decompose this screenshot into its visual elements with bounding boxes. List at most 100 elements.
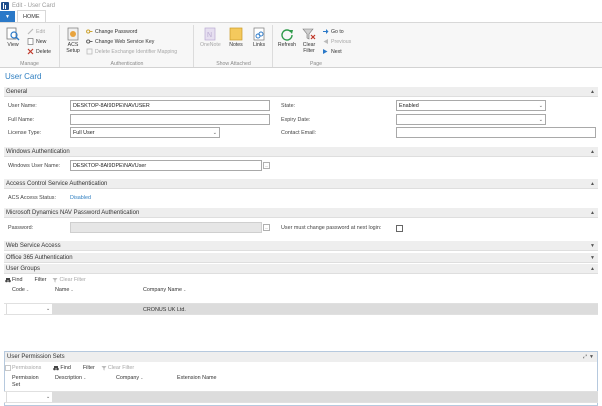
expand-part-icon[interactable]: ⤢ bbox=[583, 354, 587, 360]
delete-button[interactable]: Delete bbox=[27, 47, 51, 56]
onenote-label: OneNote bbox=[200, 42, 221, 48]
go-to-button[interactable]: Go to bbox=[322, 27, 344, 36]
clear-filter-icon bbox=[52, 277, 58, 283]
change-password-button[interactable]: Change Password bbox=[86, 27, 137, 36]
view-label: View bbox=[7, 42, 19, 48]
col-header-company-name[interactable]: Company Name⌄ bbox=[143, 287, 186, 293]
expand-chevron-icon[interactable]: ▼ bbox=[590, 243, 595, 249]
col-header-company-name-label: Company Name bbox=[143, 287, 182, 293]
group-show-attached-label: Show Attached bbox=[216, 61, 251, 67]
next-button[interactable]: Next bbox=[322, 47, 342, 56]
previous-button[interactable]: Previous bbox=[322, 37, 351, 46]
col-header-description-label: Description bbox=[55, 375, 82, 381]
state-label: State: bbox=[281, 103, 296, 109]
onenote-button[interactable]: N OneNote bbox=[200, 27, 221, 48]
col-header-description[interactable]: Description⌄ bbox=[55, 375, 86, 381]
collapse-chevron-icon[interactable]: ▲ bbox=[590, 149, 595, 155]
refresh-button[interactable]: Refresh bbox=[276, 27, 298, 48]
collapse-chevron-icon[interactable]: ▲ bbox=[590, 210, 595, 216]
col-header-permission-set[interactable]: Permission Set bbox=[12, 375, 39, 389]
binoculars-icon bbox=[53, 365, 60, 371]
delete-exchange-identifier-button[interactable]: Delete Exchange Identifier Mapping bbox=[86, 47, 177, 56]
windows-user-name-label: Windows User Name: bbox=[8, 163, 61, 169]
col-header-code[interactable]: Code⌄ bbox=[12, 287, 29, 293]
section-acs-auth-title: Access Control Service Authentication bbox=[6, 180, 108, 187]
state-value: Enabled bbox=[399, 102, 419, 109]
contact-email-field[interactable] bbox=[396, 127, 596, 138]
expiry-date-field[interactable]: ⌄ bbox=[396, 114, 546, 125]
refresh-label: Refresh bbox=[277, 42, 297, 48]
acs-access-status-link[interactable]: Disabled bbox=[70, 195, 91, 201]
col-header-company[interactable]: Company⌄ bbox=[116, 375, 143, 381]
row-selected-highlight bbox=[52, 392, 598, 402]
windows-user-assist-button[interactable]: ... bbox=[263, 162, 270, 169]
user-name-label: User Name: bbox=[8, 103, 37, 109]
chevron-down-icon[interactable]: ⌄ bbox=[46, 306, 50, 312]
section-nav-password-header[interactable]: Microsoft Dynamics NAV Password Authenti… bbox=[4, 208, 598, 218]
collapse-chevron-icon[interactable]: ▲ bbox=[590, 89, 595, 95]
tab-home[interactable]: HOME bbox=[17, 10, 46, 22]
row-selector[interactable] bbox=[4, 304, 7, 314]
new-button[interactable]: New bbox=[27, 37, 46, 46]
col-header-extension-name[interactable]: Extension Name bbox=[177, 375, 217, 381]
state-select[interactable]: Enabled ⌄ bbox=[396, 100, 546, 111]
section-user-groups-header[interactable]: User Groups ▲ bbox=[4, 264, 598, 274]
user-groups-filter-button[interactable]: Filter bbox=[35, 277, 47, 283]
expand-chevron-icon[interactable]: ▼ bbox=[590, 255, 595, 261]
user-name-field[interactable]: DESKTOP-8AI9DPE\NAVUSER bbox=[70, 100, 270, 111]
section-windows-auth-header[interactable]: Windows Authentication ▲ bbox=[4, 147, 598, 157]
change-password-label: Change Password bbox=[95, 28, 138, 35]
group-authentication: ACS Setup Change Password Change Web Ser… bbox=[61, 25, 194, 67]
delete-mapping-icon bbox=[86, 48, 93, 55]
clear-filter-icon bbox=[101, 365, 107, 371]
windows-user-name-field[interactable]: DESKTOP-8AI9DPE\NAVUser bbox=[70, 160, 262, 171]
must-change-password-checkbox[interactable] bbox=[396, 225, 403, 232]
col-header-code-label: Code bbox=[12, 287, 25, 293]
collapse-chevron-icon[interactable]: ▲ bbox=[590, 266, 595, 272]
links-button[interactable]: Links bbox=[249, 27, 269, 48]
permissions-button[interactable]: Permissions bbox=[5, 365, 47, 371]
edit-button[interactable]: Edit bbox=[27, 27, 45, 36]
collapse-chevron-icon[interactable]: ▼ bbox=[589, 354, 594, 360]
change-web-service-key-button[interactable]: Change Web Service Key bbox=[86, 37, 154, 46]
file-menu-button[interactable]: ▼ bbox=[0, 11, 15, 22]
notes-button[interactable]: Notes bbox=[226, 27, 246, 48]
chevron-down-icon[interactable]: ⌄ bbox=[46, 394, 50, 400]
permission-sets-find-button[interactable]: Find bbox=[53, 365, 77, 371]
user-groups-clear-filter-button[interactable]: Clear Filter bbox=[52, 277, 91, 283]
row-selected-highlight bbox=[52, 304, 598, 314]
new-document-icon bbox=[27, 38, 34, 45]
acs-setup-button[interactable]: ACS Setup bbox=[63, 27, 83, 54]
section-permission-sets-header[interactable]: User Permission Sets ⤢ ▼ bbox=[5, 352, 597, 362]
permission-sets-clear-filter-button[interactable]: Clear Filter bbox=[101, 365, 140, 371]
links-label: Links bbox=[252, 42, 266, 48]
change-web-service-key-label: Change Web Service Key bbox=[95, 38, 155, 45]
col-header-name[interactable]: Name⌄ bbox=[55, 287, 74, 293]
clear-filter-button[interactable]: Clear Filter bbox=[299, 27, 319, 54]
section-windows-auth-title: Windows Authentication bbox=[6, 148, 70, 155]
row-selector[interactable] bbox=[4, 392, 7, 402]
section-web-service-title: Web Service Access bbox=[6, 242, 61, 249]
ribbon-tab-row: ▼ HOME bbox=[0, 10, 602, 23]
license-type-select[interactable]: Full User ⌄ bbox=[70, 127, 220, 138]
table-row[interactable]: ⌄ CRONUS UK Ltd. bbox=[4, 303, 598, 315]
section-acs-auth-header[interactable]: Access Control Service Authentication ▲ bbox=[4, 179, 598, 189]
password-assist-button[interactable]: ... bbox=[263, 224, 270, 231]
section-nav-password-title: Microsoft Dynamics NAV Password Authenti… bbox=[6, 209, 140, 216]
acs-access-status-label: ACS Access Status: bbox=[8, 195, 56, 201]
view-button[interactable]: View bbox=[3, 27, 23, 48]
section-general-header[interactable]: General ▲ bbox=[4, 87, 598, 97]
notes-label: Notes bbox=[229, 42, 243, 48]
table-row[interactable]: ⌄ bbox=[4, 391, 598, 403]
group-manage: View Edit New Delete Manage bbox=[0, 25, 60, 67]
collapse-chevron-icon[interactable]: ▲ bbox=[590, 181, 595, 187]
section-office365-header[interactable]: Office 365 Authentication ▼ bbox=[4, 253, 598, 263]
full-name-field[interactable] bbox=[70, 114, 270, 125]
previous-arrow-icon bbox=[322, 38, 329, 45]
password-field[interactable] bbox=[70, 222, 262, 233]
user-groups-find-button[interactable]: Find bbox=[5, 277, 29, 283]
sort-arrow-icon: ⌄ bbox=[25, 287, 30, 292]
sort-arrow-icon: ⌄ bbox=[70, 287, 74, 292]
section-web-service-header[interactable]: Web Service Access ▼ bbox=[4, 241, 598, 251]
permission-sets-filter-button[interactable]: Filter bbox=[83, 365, 95, 371]
